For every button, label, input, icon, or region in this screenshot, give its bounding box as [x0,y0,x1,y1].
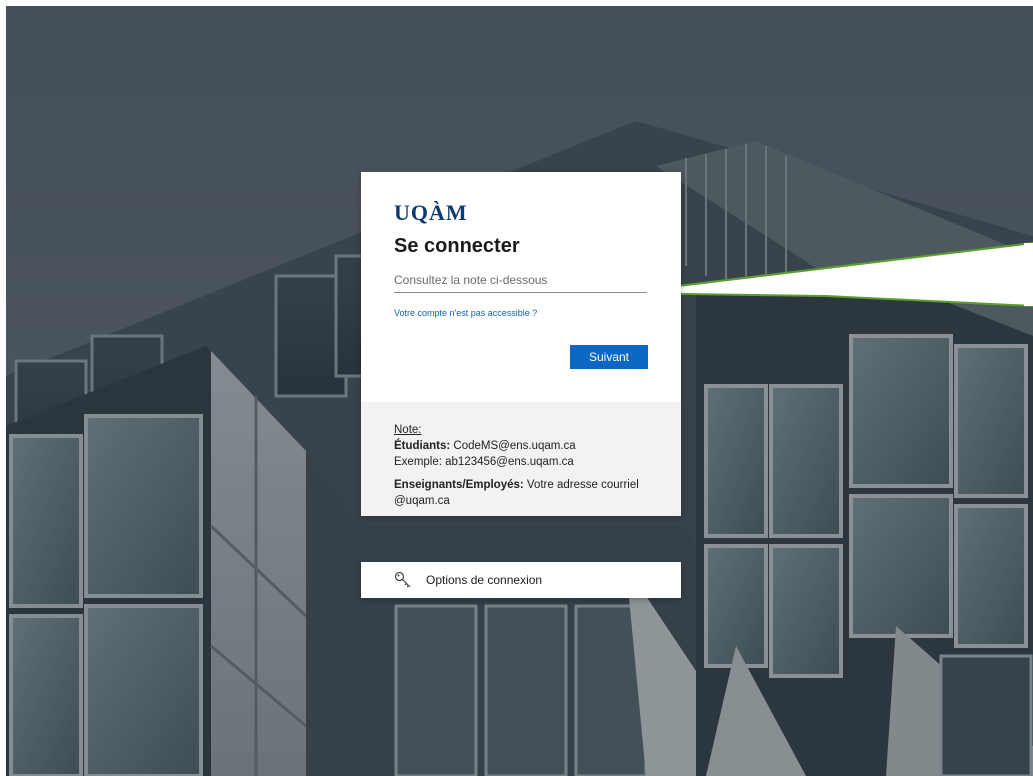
account-not-accessible-link[interactable]: Votre compte n'est pas accessible ? [394,307,648,319]
login-form: UQÀM Se connecter Votre compte n'est pas… [361,172,681,402]
students-example: Exemple: ab123456@ens.uqam.ca [394,456,574,468]
note-students: Étudiants: CodeMS@ens.uqam.ca [394,438,648,454]
key-icon [394,571,412,589]
sign-in-options-label: Options de connexion [426,573,543,587]
email-input[interactable] [394,270,647,290]
next-button[interactable]: Suivant [570,345,648,369]
note-heading: Note: [394,424,422,436]
staff-label: Enseignants/Employés: [394,479,524,491]
students-value: CodeMS@ens.uqam.ca [450,440,576,452]
email-field-wrapper [394,270,647,293]
students-label: Étudiants: [394,440,451,452]
sign-in-options-button[interactable]: Options de connexion [361,562,681,598]
login-card: UQÀM Se connecter Votre compte n'est pas… [361,172,681,516]
page-title: Se connecter [394,235,520,257]
note-section: Note: Étudiants: CodeMS@ens.uqam.ca Exem… [361,402,681,516]
uqam-logo: UQÀM [394,200,468,225]
note-staff: Enseignants/Employés: Votre adresse cour… [394,477,648,509]
